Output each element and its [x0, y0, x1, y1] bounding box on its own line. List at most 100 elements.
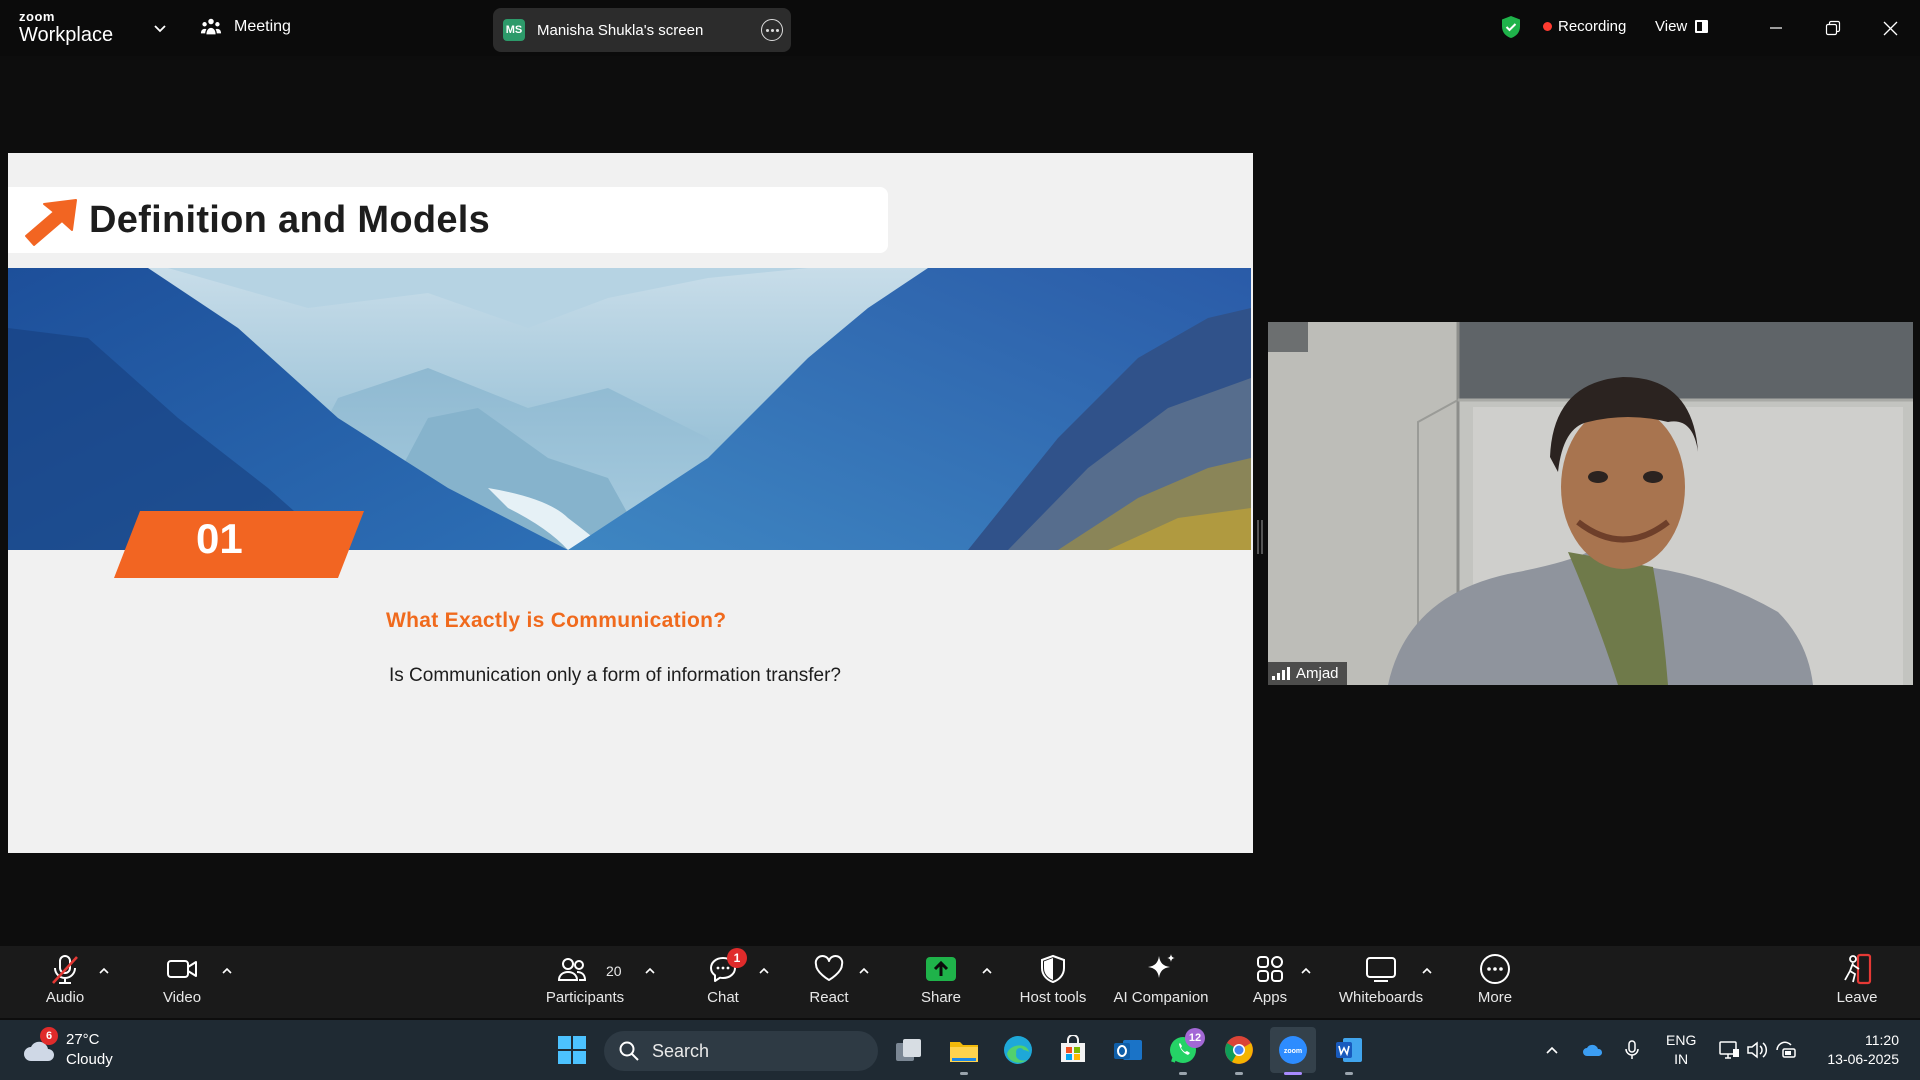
share-button[interactable]: Share: [915, 946, 967, 1018]
participant-name: Amjad: [1296, 665, 1339, 682]
svg-text:zoom: zoom: [1284, 1048, 1302, 1055]
audio-options-caret-icon[interactable]: [97, 964, 111, 978]
clock-date: 13-06-2025: [1827, 1051, 1899, 1067]
meeting-menu[interactable]: Meeting: [200, 16, 291, 38]
minimize-icon: [1770, 27, 1782, 29]
weather-alert-badge: 6: [40, 1027, 58, 1045]
windows-taskbar: 6 27°C Cloudy Search 12 zoom ENG IN 11:2…: [0, 1020, 1920, 1080]
word-icon: [1336, 1038, 1362, 1062]
task-view-icon: [896, 1039, 921, 1061]
microsoft-store-button[interactable]: [1055, 1032, 1091, 1068]
audio-button[interactable]: Audio: [40, 946, 90, 1018]
share-options-caret-icon[interactable]: [980, 964, 994, 978]
react-button[interactable]: React: [804, 946, 854, 1018]
search-icon: [619, 1041, 639, 1061]
chat-button[interactable]: 1 Chat: [698, 946, 748, 1018]
chevron-down-icon[interactable]: [150, 18, 170, 38]
start-button[interactable]: [554, 1032, 590, 1068]
participants-button[interactable]: 20 Participants: [540, 946, 630, 1018]
microphone-tray-icon[interactable]: [1624, 1039, 1640, 1061]
edge-browser-button[interactable]: [1000, 1032, 1036, 1068]
apps-options-caret-icon[interactable]: [1299, 964, 1313, 978]
host-tools-button[interactable]: Host tools: [1013, 946, 1093, 1018]
word-button[interactable]: [1331, 1032, 1367, 1075]
brand-workplace-text: Workplace: [19, 24, 114, 46]
running-indicator: [1179, 1072, 1187, 1075]
chat-options-caret-icon[interactable]: [757, 964, 771, 978]
participants-options-caret-icon[interactable]: [643, 964, 657, 978]
participant-video-tile[interactable]: [1268, 322, 1913, 685]
battery-sync-icon[interactable]: [1774, 1040, 1798, 1060]
whiteboard-icon: [1366, 957, 1396, 982]
screen-share-label: Manisha Shukla's screen: [537, 21, 704, 39]
video-options-caret-icon[interactable]: [220, 964, 234, 978]
chrome-browser-icon: [1225, 1036, 1253, 1064]
volume-icon[interactable]: [1746, 1040, 1768, 1060]
outlook-icon: [1114, 1040, 1142, 1060]
network-display-icon[interactable]: [1718, 1040, 1740, 1060]
ai-sparkle-icon: [1148, 954, 1175, 978]
ai-companion-button[interactable]: AI Companion: [1110, 946, 1212, 1018]
minimize-button[interactable]: [1762, 14, 1790, 42]
show-hidden-icons-icon[interactable]: [1544, 1042, 1560, 1058]
restore-button[interactable]: [1819, 14, 1847, 42]
video-button[interactable]: Video: [157, 946, 207, 1018]
file-explorer-button[interactable]: [946, 1032, 982, 1075]
react-options-caret-icon[interactable]: [857, 964, 871, 978]
apps-grid-icon: [1257, 956, 1283, 982]
video-camera-icon: [167, 960, 197, 978]
view-label: View: [1655, 18, 1688, 35]
chat-unread-badge: 1: [727, 948, 747, 968]
running-indicator: [1345, 1072, 1353, 1075]
leave-button[interactable]: Leave: [1832, 946, 1882, 1018]
running-indicator: [960, 1072, 968, 1075]
view-layout-icon: [1695, 20, 1709, 33]
whiteboards-button[interactable]: Whiteboards: [1331, 946, 1431, 1018]
apps-button[interactable]: Apps: [1245, 946, 1295, 1018]
mountain-landscape-image: [8, 268, 1251, 550]
task-view-button[interactable]: [891, 1032, 927, 1068]
security-shield-icon[interactable]: [1500, 15, 1522, 39]
shared-slide: Definition and Models 01 What Exactly is…: [8, 153, 1253, 853]
zoom-app-button[interactable]: zoom: [1270, 1027, 1316, 1075]
whatsapp-button[interactable]: 12: [1165, 1028, 1205, 1075]
title-bar: zoom Workplace Meeting MS Manisha Shukla…: [0, 0, 1920, 56]
participants-icon: [557, 958, 587, 981]
more-button[interactable]: More: [1470, 946, 1520, 1018]
chrome-button[interactable]: [1221, 1032, 1257, 1075]
system-clock[interactable]: 11:20 13-06-2025: [1827, 1031, 1899, 1069]
participant-video-feed: [1268, 322, 1913, 685]
running-indicator: [1235, 1072, 1243, 1075]
section-number: 01: [196, 515, 243, 562]
active-indicator: [1284, 1072, 1302, 1075]
close-icon: [1883, 21, 1897, 35]
recording-dot-icon: [1543, 22, 1552, 31]
temperature: 27°C: [66, 1031, 100, 1048]
meeting-people-icon: [200, 18, 222, 35]
more-ellipsis-icon: [1480, 954, 1510, 984]
restore-icon: [1825, 20, 1841, 36]
weather-widget[interactable]: 6 27°C Cloudy: [22, 1027, 113, 1070]
screen-share-pill[interactable]: MS Manisha Shukla's screen: [493, 8, 791, 52]
view-menu[interactable]: View: [1655, 18, 1709, 35]
input-language-indicator[interactable]: ENG IN: [1666, 1031, 1696, 1069]
presenter-avatar: MS: [503, 19, 525, 41]
whiteboards-options-caret-icon[interactable]: [1420, 964, 1434, 978]
taskbar-search[interactable]: Search: [604, 1031, 878, 1071]
whatsapp-unread-badge: 12: [1185, 1028, 1205, 1048]
participants-count: 20: [606, 963, 622, 979]
language-code: ENG: [1666, 1032, 1697, 1048]
edge-browser-icon: [1004, 1036, 1032, 1064]
more-options-icon[interactable]: [761, 19, 783, 41]
onedrive-cloud-icon[interactable]: [1582, 1042, 1604, 1058]
panel-resize-handle[interactable]: [1257, 520, 1263, 554]
outlook-button[interactable]: [1110, 1032, 1146, 1068]
store-bag-icon: [1061, 1035, 1085, 1062]
close-button[interactable]: [1876, 14, 1904, 42]
meeting-label: Meeting: [234, 18, 291, 35]
zoom-workplace-logo[interactable]: zoom Workplace: [19, 10, 113, 45]
recording-indicator[interactable]: Recording: [1543, 18, 1626, 35]
host-tools-shield-icon: [1041, 954, 1065, 984]
windows-logo-icon: [558, 1036, 586, 1064]
weather-condition: Cloudy: [66, 1051, 113, 1068]
